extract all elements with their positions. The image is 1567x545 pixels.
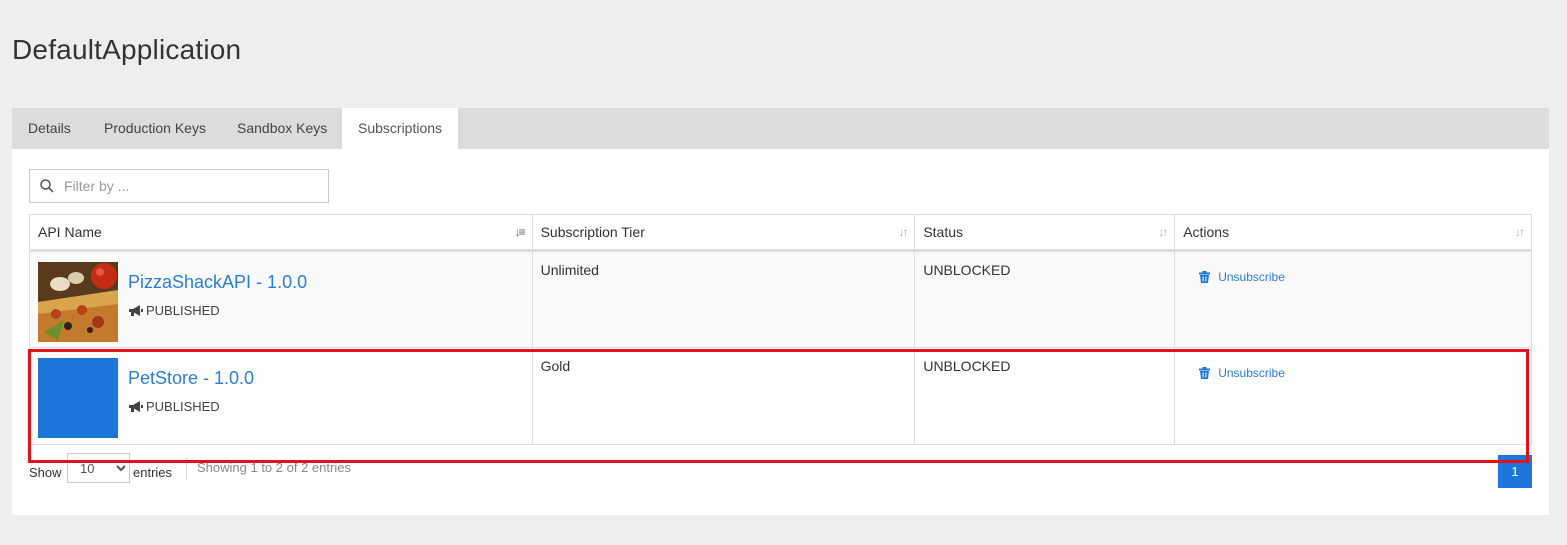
status-cell: UNBLOCKED bbox=[914, 250, 1176, 348]
sort-icon: ↓↑ bbox=[1158, 225, 1168, 239]
status-cell: UNBLOCKED bbox=[914, 347, 1176, 445]
filter-input[interactable] bbox=[64, 170, 324, 202]
subscriptions-panel: Details Production Keys Sandbox Keys Sub… bbox=[12, 108, 1549, 515]
page-title: DefaultApplication bbox=[12, 34, 242, 65]
tab-bar: Details Production Keys Sandbox Keys Sub… bbox=[12, 108, 1549, 149]
column-header-label: API Name bbox=[38, 224, 102, 240]
sort-icon: ↓↑ bbox=[898, 225, 908, 239]
megaphone-icon bbox=[129, 305, 143, 316]
pizza-thumbnail[interactable] bbox=[38, 262, 118, 342]
column-header-api-name[interactable]: API Name ↓≡ bbox=[29, 214, 533, 252]
api-thumbnail-placeholder[interactable] bbox=[38, 358, 118, 438]
api-name-cell: PizzaShackAPI - 1.0.0 PUBLISHED bbox=[29, 250, 533, 348]
filter-box bbox=[29, 169, 329, 203]
search-icon bbox=[40, 179, 54, 193]
page-button-1[interactable]: 1 bbox=[1498, 455, 1532, 488]
column-header-subscription-tier[interactable]: Subscription Tier ↓↑ bbox=[531, 214, 916, 252]
tier-cell: Unlimited bbox=[531, 250, 916, 348]
entries-label: entries bbox=[133, 465, 173, 480]
column-header-label: Status bbox=[923, 224, 964, 240]
tab-production-keys[interactable]: Production Keys bbox=[88, 108, 222, 149]
column-header-label: Actions bbox=[1183, 224, 1230, 240]
trash-icon bbox=[1199, 271, 1211, 283]
divider bbox=[186, 458, 187, 480]
table-footer: Show 10 entries Showing 1 to 2 of 2 entr… bbox=[29, 453, 1532, 493]
unsubscribe-button[interactable]: Unsubscribe bbox=[1199, 366, 1285, 380]
column-header-status[interactable]: Status ↓↑ bbox=[914, 214, 1176, 252]
tab-details[interactable]: Details bbox=[12, 108, 87, 149]
actions-cell: Unsubscribe bbox=[1174, 347, 1532, 445]
pagination-info: Showing 1 to 2 of 2 entries bbox=[197, 460, 351, 475]
api-lifecycle-status: PUBLISHED bbox=[128, 303, 220, 318]
table-row: PizzaShackAPI - 1.0.0 PUBLISHED Unlimite… bbox=[29, 250, 1532, 348]
megaphone-icon bbox=[129, 401, 143, 412]
api-lifecycle-label: PUBLISHED bbox=[146, 303, 220, 318]
sort-asc-icon: ↓≡ bbox=[514, 225, 526, 239]
trash-icon bbox=[1199, 367, 1211, 379]
tier-cell: Gold bbox=[531, 347, 916, 445]
unsubscribe-button[interactable]: Unsubscribe bbox=[1199, 270, 1285, 284]
unsubscribe-label: Unsubscribe bbox=[1218, 366, 1285, 380]
tab-sandbox-keys[interactable]: Sandbox Keys bbox=[221, 108, 343, 149]
show-label: Show bbox=[29, 465, 62, 480]
sort-icon: ↓↑ bbox=[1515, 225, 1525, 239]
api-name-cell: PetStore - 1.0.0 PUBLISHED bbox=[29, 347, 533, 445]
api-lifecycle-label: PUBLISHED bbox=[146, 399, 220, 414]
actions-cell: Unsubscribe bbox=[1174, 250, 1532, 348]
api-link-petstore[interactable]: PetStore - 1.0.0 bbox=[128, 368, 254, 389]
column-header-label: Subscription Tier bbox=[540, 224, 645, 240]
unsubscribe-label: Unsubscribe bbox=[1218, 270, 1285, 284]
tab-subscriptions[interactable]: Subscriptions bbox=[342, 108, 459, 149]
subscriptions-table: API Name ↓≡ Subscription Tier ↓↑ Status … bbox=[29, 214, 1532, 445]
api-link-pizzashack[interactable]: PizzaShackAPI - 1.0.0 bbox=[128, 272, 307, 293]
column-header-actions[interactable]: Actions ↓↑ bbox=[1174, 214, 1532, 252]
table-row: PetStore - 1.0.0 PUBLISHED Gold UNBLOCKE… bbox=[29, 347, 1532, 445]
api-lifecycle-status: PUBLISHED bbox=[128, 399, 220, 414]
page-size-select[interactable]: 10 bbox=[67, 453, 130, 483]
